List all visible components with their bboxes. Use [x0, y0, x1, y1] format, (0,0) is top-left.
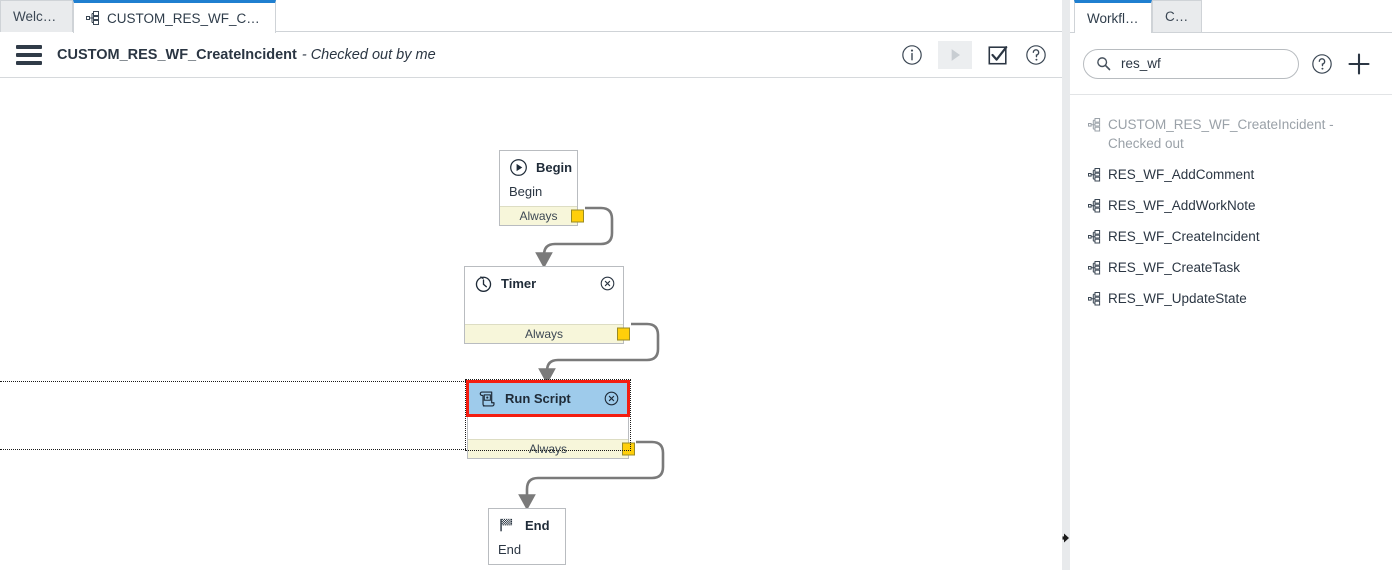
- list-item[interactable]: RES_WF_UpdateState: [1070, 283, 1392, 314]
- node-run-script-exit-always[interactable]: Always: [468, 439, 635, 458]
- play-circle-icon: [509, 158, 528, 177]
- play-triangle-icon: [938, 40, 972, 69]
- page-title: CUSTOM_RES_WF_CreateIncident - Checked o…: [57, 47, 436, 63]
- list-item[interactable]: RES_WF_AddComment: [1070, 159, 1392, 190]
- list-item-label: RES_WF_CreateIncident: [1108, 229, 1260, 244]
- panel-tab-strip: Workflows Core: [1070, 0, 1392, 33]
- plus-icon[interactable]: [1346, 51, 1372, 77]
- tab-custom-workflow-label: CUSTOM_RES_WF_CreateI…: [107, 10, 263, 26]
- workflow-node-begin[interactable]: Begin Begin Always: [499, 150, 584, 226]
- node-timer-exit-always[interactable]: Always: [465, 324, 630, 343]
- node-timer-body: [465, 300, 623, 324]
- workflow-icon: [1088, 199, 1101, 213]
- node-end-subtitle: End: [498, 542, 522, 557]
- workflow-icon: [1088, 230, 1101, 244]
- info-circle-icon[interactable]: [900, 43, 924, 67]
- search-icon: [1096, 56, 1111, 71]
- node-begin-title: Begin: [536, 160, 573, 175]
- workflow-node-end[interactable]: End End: [488, 508, 566, 565]
- list-item-label: RES_WF_AddWorkNote: [1108, 198, 1256, 213]
- node-timer-title: Timer: [501, 276, 537, 291]
- node-run-script-body: [468, 415, 628, 439]
- workflow-icon: [1088, 168, 1101, 182]
- workflow-icon: [86, 11, 100, 25]
- list-item[interactable]: RES_WF_CreateIncident: [1070, 221, 1392, 252]
- checkout-status-label: - Checked out by me: [301, 46, 436, 63]
- close-icon[interactable]: [600, 276, 615, 291]
- checkered-flag-icon: [498, 516, 517, 535]
- workflow-icon: [1088, 118, 1101, 132]
- tab-core-label: Core: [1165, 9, 1189, 24]
- node-timer-exit-label: Always: [524, 327, 563, 341]
- node-end-header: End: [489, 509, 565, 542]
- search-box[interactable]: [1083, 48, 1299, 79]
- workflows-panel: Workflows Core: [1070, 0, 1392, 570]
- collapse-right-arrow-icon[interactable]: [1062, 532, 1070, 544]
- node-run-script-title: Run Script: [505, 391, 571, 406]
- node-begin-subtitle: Begin: [509, 184, 543, 199]
- node-run-script-header: Run Script: [466, 380, 630, 417]
- node-end-title: End: [525, 518, 550, 533]
- node-run-script-exit-label: Always: [528, 442, 567, 456]
- exit-port-begin[interactable]: [571, 209, 584, 223]
- workflow-canvas[interactable]: Begin Begin Always Timer Always Run Scri…: [0, 78, 1062, 570]
- node-timer-header: Timer: [465, 267, 623, 300]
- question-circle-icon[interactable]: [1024, 43, 1048, 67]
- tab-workflows[interactable]: Workflows: [1074, 0, 1152, 33]
- list-item[interactable]: RES_WF_CreateTask: [1070, 252, 1392, 283]
- clock-icon: [474, 274, 493, 293]
- editor-pane: Welcome CUSTOM_RES_WF_CreateI…: [0, 0, 1062, 570]
- node-begin-exit-label: Always: [519, 209, 558, 223]
- list-item[interactable]: RES_WF_AddWorkNote: [1070, 190, 1392, 221]
- search-input[interactable]: [1119, 55, 1286, 72]
- workflow-editor-window: Welcome CUSTOM_RES_WF_CreateI…: [0, 0, 1392, 570]
- workflow-name-label: CUSTOM_RES_WF_CreateIncident: [57, 46, 297, 63]
- list-item-label: RES_WF_AddComment: [1108, 167, 1255, 182]
- node-begin-exit-always[interactable]: Always: [500, 206, 584, 225]
- tab-core[interactable]: Core: [1152, 0, 1202, 32]
- workflow-node-timer[interactable]: Timer Always: [464, 266, 630, 344]
- pane-divider[interactable]: [1062, 0, 1070, 570]
- tab-custom-workflow[interactable]: CUSTOM_RES_WF_CreateI…: [73, 0, 276, 33]
- workflow-icon: [1088, 292, 1101, 306]
- list-item-label: RES_WF_UpdateState: [1108, 291, 1247, 306]
- workflow-node-run-script[interactable]: Run Script Always: [465, 379, 635, 459]
- hamburger-icon[interactable]: [16, 44, 42, 65]
- workflow-list[interactable]: CUSTOM_RES_WF_CreateIncident - Checked o…: [1070, 96, 1392, 570]
- header-toolbar: [900, 40, 1048, 69]
- node-begin-header: Begin: [500, 151, 577, 184]
- workflow-icon: [1088, 261, 1101, 275]
- list-item-label: CUSTOM_RES_WF_CreateIncident - Checked o…: [1108, 117, 1334, 151]
- tab-welcome[interactable]: Welcome: [0, 0, 73, 32]
- list-item-label: RES_WF_CreateTask: [1108, 260, 1241, 275]
- checkbox-check-icon[interactable]: [986, 43, 1010, 67]
- editor-header-bar: CUSTOM_RES_WF_CreateIncident - Checked o…: [0, 32, 1062, 78]
- panel-search-row: [1070, 33, 1392, 95]
- exit-port-run-script[interactable]: [622, 442, 635, 456]
- tab-workflows-label: Workflows: [1087, 10, 1139, 26]
- close-icon[interactable]: [604, 391, 619, 406]
- question-circle-icon[interactable]: [1311, 53, 1333, 75]
- list-item: CUSTOM_RES_WF_CreateIncident - Checked o…: [1070, 109, 1392, 159]
- tab-welcome-label: Welcome: [13, 9, 60, 24]
- exit-port-timer[interactable]: [617, 327, 630, 341]
- editor-tab-strip: Welcome CUSTOM_RES_WF_CreateI…: [0, 0, 1062, 33]
- script-scroll-icon: [478, 389, 497, 408]
